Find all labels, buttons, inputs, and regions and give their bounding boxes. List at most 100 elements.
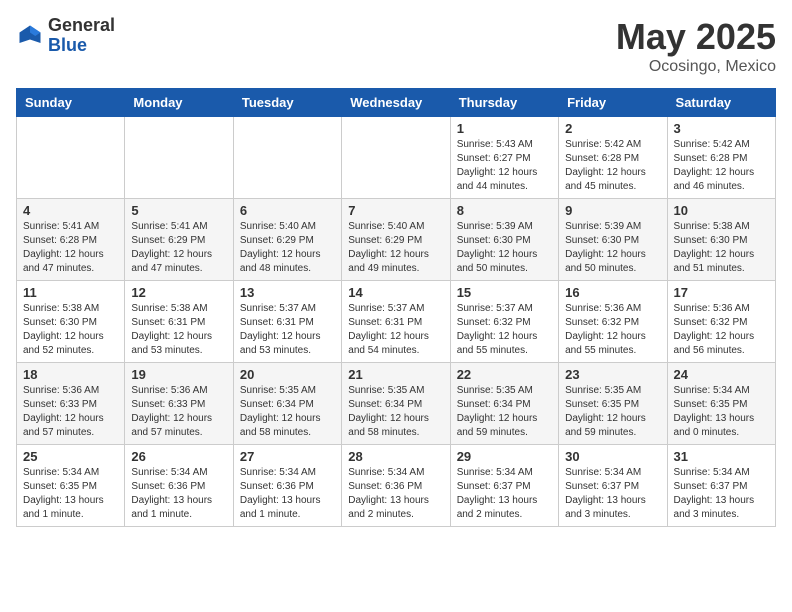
day-number: 3 [674, 121, 769, 136]
day-number: 16 [565, 285, 660, 300]
calendar-cell: 9 Sunrise: 5:39 AM Sunset: 6:30 PM Daylig… [559, 199, 667, 281]
calendar-cell: 8 Sunrise: 5:39 AM Sunset: 6:30 PM Daylig… [450, 199, 558, 281]
day-number: 30 [565, 449, 660, 464]
day-info: Sunrise: 5:34 AM Sunset: 6:35 PM Dayligh… [23, 466, 118, 522]
calendar-cell: 27Sunrise: 5:34 AM Sunset: 6:36 PM Dayli… [233, 445, 341, 527]
title-area: May 2025 Ocosingo, Mexico [616, 16, 776, 76]
calendar-cell: 23Sunrise: 5:35 AM Sunset: 6:35 PM Dayli… [559, 363, 667, 445]
day-number: 8 [457, 203, 552, 218]
day-info: Sunrise: 5:35 AM Sunset: 6:34 PM Dayligh… [240, 384, 335, 440]
calendar-cell: 13Sunrise: 5:37 AM Sunset: 6:31 PM Dayli… [233, 281, 341, 363]
calendar-cell: 26 Sunrise: 5:34 AM Sunset: 6:36 PM Dayli… [125, 445, 233, 527]
calendar-cell: 18 Sunrise: 5:36 AM Sunset: 6:33 PM Dayli… [17, 363, 125, 445]
day-number: 25 [23, 449, 118, 464]
day-info: Sunrise: 5:34 AM Sunset: 6:37 PM Dayligh… [674, 466, 769, 522]
day-info: Sunrise: 5:36 AM Sunset: 6:32 PM Dayligh… [565, 302, 660, 358]
day-info: Sunrise: 5:41 AM Sunset: 6:28 PM Dayligh… [23, 220, 118, 276]
calendar-week-5: 25 Sunrise: 5:34 AM Sunset: 6:35 PM Dayli… [17, 445, 776, 527]
day-info: Sunrise: 5:43 AM Sunset: 6:27 PM Dayligh… [457, 138, 552, 194]
logo-general-text: General [48, 16, 115, 36]
day-info: Sunrise: 5:37 AM Sunset: 6:31 PM Dayligh… [240, 302, 335, 358]
month-year-title: May 2025 [616, 16, 776, 58]
calendar-cell: 11Sunrise: 5:38 AM Sunset: 6:30 PM Dayli… [17, 281, 125, 363]
day-info: Sunrise: 5:37 AM Sunset: 6:32 PM Dayligh… [457, 302, 552, 358]
calendar-cell: 4 Sunrise: 5:41 AM Sunset: 6:28 PM Daylig… [17, 199, 125, 281]
day-info: Sunrise: 5:41 AM Sunset: 6:29 PM Dayligh… [131, 220, 226, 276]
weekday-header-wednesday: Wednesday [342, 89, 450, 117]
calendar-cell: 17Sunrise: 5:36 AM Sunset: 6:32 PM Dayli… [667, 281, 775, 363]
calendar-cell: 2 Sunrise: 5:42 AM Sunset: 6:28 PM Daylig… [559, 117, 667, 199]
day-number: 24 [674, 367, 769, 382]
day-info: Sunrise: 5:39 AM Sunset: 6:30 PM Dayligh… [457, 220, 552, 276]
calendar-cell: 10 Sunrise: 5:38 AM Sunset: 6:30 PM Dayli… [667, 199, 775, 281]
day-info: Sunrise: 5:34 AM Sunset: 6:36 PM Dayligh… [240, 466, 335, 522]
calendar-cell: 24 Sunrise: 5:34 AM Sunset: 6:35 PM Dayli… [667, 363, 775, 445]
calendar-cell: 16 Sunrise: 5:36 AM Sunset: 6:32 PM Dayli… [559, 281, 667, 363]
calendar-cell [342, 117, 450, 199]
logo-icon [16, 22, 44, 50]
calendar-cell: 5 Sunrise: 5:41 AM Sunset: 6:29 PM Daylig… [125, 199, 233, 281]
calendar-week-2: 4 Sunrise: 5:41 AM Sunset: 6:28 PM Daylig… [17, 199, 776, 281]
logo-blue-text: Blue [48, 36, 115, 56]
calendar-cell: 12Sunrise: 5:38 AM Sunset: 6:31 PM Dayli… [125, 281, 233, 363]
day-number: 22 [457, 367, 552, 382]
day-info: Sunrise: 5:40 AM Sunset: 6:29 PM Dayligh… [240, 220, 335, 276]
calendar-week-4: 18 Sunrise: 5:36 AM Sunset: 6:33 PM Dayli… [17, 363, 776, 445]
calendar-cell: 15 Sunrise: 5:37 AM Sunset: 6:32 PM Dayli… [450, 281, 558, 363]
calendar-cell: 22Sunrise: 5:35 AM Sunset: 6:34 PM Dayli… [450, 363, 558, 445]
day-info: Sunrise: 5:40 AM Sunset: 6:29 PM Dayligh… [348, 220, 443, 276]
calendar-body: 1Sunrise: 5:43 AM Sunset: 6:27 PM Daylig… [17, 117, 776, 527]
day-info: Sunrise: 5:38 AM Sunset: 6:30 PM Dayligh… [23, 302, 118, 358]
weekday-header-monday: Monday [125, 89, 233, 117]
page-header: General Blue May 2025 Ocosingo, Mexico [16, 16, 776, 76]
day-info: Sunrise: 5:38 AM Sunset: 6:31 PM Dayligh… [131, 302, 226, 358]
calendar-cell: 21 Sunrise: 5:35 AM Sunset: 6:34 PM Dayli… [342, 363, 450, 445]
day-number: 31 [674, 449, 769, 464]
calendar-cell: 7 Sunrise: 5:40 AM Sunset: 6:29 PM Daylig… [342, 199, 450, 281]
location-subtitle: Ocosingo, Mexico [616, 58, 776, 76]
day-number: 17 [674, 285, 769, 300]
calendar-cell: 30 Sunrise: 5:34 AM Sunset: 6:37 PM Dayli… [559, 445, 667, 527]
day-number: 10 [674, 203, 769, 218]
day-info: Sunrise: 5:42 AM Sunset: 6:28 PM Dayligh… [674, 138, 769, 194]
calendar-cell: 28Sunrise: 5:34 AM Sunset: 6:36 PM Dayli… [342, 445, 450, 527]
day-number: 6 [240, 203, 335, 218]
weekday-header-tuesday: Tuesday [233, 89, 341, 117]
calendar-cell [17, 117, 125, 199]
day-number: 20 [240, 367, 335, 382]
day-info: Sunrise: 5:39 AM Sunset: 6:30 PM Dayligh… [565, 220, 660, 276]
calendar-cell: 14Sunrise: 5:37 AM Sunset: 6:31 PM Dayli… [342, 281, 450, 363]
calendar-cell: 1Sunrise: 5:43 AM Sunset: 6:27 PM Daylig… [450, 117, 558, 199]
day-info: Sunrise: 5:34 AM Sunset: 6:36 PM Dayligh… [131, 466, 226, 522]
logo-text: General Blue [48, 16, 115, 56]
day-number: 18 [23, 367, 118, 382]
day-number: 7 [348, 203, 443, 218]
day-number: 28 [348, 449, 443, 464]
day-number: 2 [565, 121, 660, 136]
calendar-week-1: 1Sunrise: 5:43 AM Sunset: 6:27 PM Daylig… [17, 117, 776, 199]
weekday-header-thursday: Thursday [450, 89, 558, 117]
day-number: 14 [348, 285, 443, 300]
day-info: Sunrise: 5:36 AM Sunset: 6:33 PM Dayligh… [23, 384, 118, 440]
calendar-table: SundayMondayTuesdayWednesdayThursdayFrid… [16, 88, 776, 527]
calendar-week-3: 11Sunrise: 5:38 AM Sunset: 6:30 PM Dayli… [17, 281, 776, 363]
day-info: Sunrise: 5:35 AM Sunset: 6:34 PM Dayligh… [348, 384, 443, 440]
day-number: 21 [348, 367, 443, 382]
weekday-header-sunday: Sunday [17, 89, 125, 117]
day-info: Sunrise: 5:34 AM Sunset: 6:35 PM Dayligh… [674, 384, 769, 440]
logo: General Blue [16, 16, 115, 56]
day-info: Sunrise: 5:42 AM Sunset: 6:28 PM Dayligh… [565, 138, 660, 194]
day-info: Sunrise: 5:38 AM Sunset: 6:30 PM Dayligh… [674, 220, 769, 276]
day-number: 5 [131, 203, 226, 218]
day-number: 9 [565, 203, 660, 218]
day-number: 15 [457, 285, 552, 300]
calendar-cell: 29Sunrise: 5:34 AM Sunset: 6:37 PM Dayli… [450, 445, 558, 527]
day-number: 4 [23, 203, 118, 218]
calendar-cell: 3 Sunrise: 5:42 AM Sunset: 6:28 PM Daylig… [667, 117, 775, 199]
weekday-header-friday: Friday [559, 89, 667, 117]
day-number: 26 [131, 449, 226, 464]
calendar-cell [233, 117, 341, 199]
day-number: 23 [565, 367, 660, 382]
calendar-cell: 25 Sunrise: 5:34 AM Sunset: 6:35 PM Dayli… [17, 445, 125, 527]
day-info: Sunrise: 5:34 AM Sunset: 6:37 PM Dayligh… [565, 466, 660, 522]
